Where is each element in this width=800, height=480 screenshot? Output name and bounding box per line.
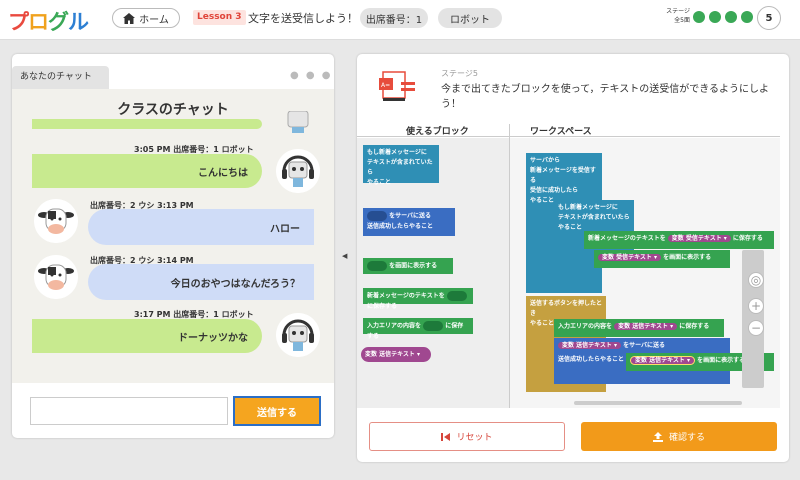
send-button[interactable]: 送信する (233, 396, 321, 426)
cow-avatar (34, 199, 78, 243)
horizontal-scrollbar[interactable] (574, 401, 742, 405)
block-palette[interactable]: もし新着メッセージに テキストが含まれていたら やること をサーバに送る 送信成… (357, 138, 509, 408)
stage-progress-label: ステージ 全5面 (654, 7, 690, 25)
chat-bubble: 今日のおやつはなんだろう？ (88, 264, 314, 300)
reset-icon (441, 432, 451, 441)
ws-var-send-text: 変数 送信テキスト ▾ (558, 342, 622, 349)
chat-bubble: こんにちは (32, 154, 262, 188)
stage-dot-4 (741, 11, 753, 23)
chat-bubble: ハロー (88, 209, 314, 245)
chat-input[interactable] (30, 397, 228, 425)
palette-block-var-send-text[interactable]: 変数 送信テキスト ▾ (361, 347, 431, 362)
stage-dot-1 (693, 11, 705, 23)
palette-block-save-new-text[interactable]: 新着メッセージのテキストを に保存する (363, 288, 473, 310)
robot-avatar (276, 149, 320, 193)
chat-tab[interactable]: あなたのチャット (12, 66, 109, 89)
upload-icon (652, 431, 663, 442)
robot-avatar-partial (276, 111, 320, 135)
robot-pill: ロボット (438, 8, 502, 28)
current-stage-badge: 5 (757, 6, 781, 30)
header-divider (357, 136, 780, 137)
home-label: ホーム (139, 14, 169, 26)
ws-var-recv-text: 変数 受信テキスト ▾ (667, 235, 731, 242)
vertical-scrollbar[interactable] (742, 250, 764, 388)
svg-text:A=: A= (381, 82, 390, 89)
app-logo[interactable]: プログル (8, 6, 89, 36)
ws-block-save-new-text[interactable]: 新着メッセージのテキストを 変数 受信テキスト ▾ に保存する (584, 231, 774, 249)
reset-button[interactable]: リセット (369, 422, 565, 451)
palette-block-show-screen[interactable]: を画面に表示する (363, 258, 453, 274)
palette-block-send-server[interactable]: をサーバに送る 送信成功したらやること (363, 208, 455, 236)
stage-label-line2: 全5面 (674, 17, 690, 24)
workspace-canvas[interactable]: サーバから 新着メッセージを受信する 受信に成功したら やること もし新着メッセ… (510, 138, 780, 408)
confirm-label: 確認する (668, 433, 705, 443)
stage-dot-2 (709, 11, 721, 23)
lesson-title: 文字を送受信しよう！ (248, 12, 358, 25)
robot-avatar (276, 313, 320, 357)
seat-number-pill: 出席番号：1 (360, 8, 428, 28)
zoom-in-icon[interactable]: + (748, 298, 764, 314)
reset-label: リセット (456, 433, 493, 443)
stage-description: 今まで出てきたブロックを使って，テキストの送受信ができるようにしよう！ (441, 84, 769, 110)
more-dots-icon: ● ● ● (290, 70, 333, 81)
ws-block-save-input[interactable]: 入力エリアの内容を 変数 送信テキスト ▾ に保存する (554, 319, 724, 337)
cow-avatar (34, 255, 78, 299)
stage-illustration-icon: A= (379, 71, 415, 101)
chat-message-area[interactable]: クラスのチャット 3:05 PM 出席番号：1 ロボット こんにちは 出席番号：… (12, 89, 334, 383)
chat-bubble: ドーナッツかな (32, 319, 262, 353)
ws-var-send-text: 変数 送信テキスト ▾ (630, 356, 696, 365)
chat-bubble-partial (32, 119, 262, 129)
ws-var-send-text: 変数 送信テキスト ▾ (614, 323, 678, 330)
stage-dot-3 (725, 11, 737, 23)
ws-block-show-recv[interactable]: 変数 受信テキスト ▾ を画面に表示する (594, 250, 730, 268)
collapse-arrow-icon[interactable]: ◀ (342, 252, 347, 260)
confirm-button[interactable]: 確認する (581, 422, 777, 451)
top-bar: プログル ホーム Lesson 3 文字を送受信しよう！ 出席番号：1 ロボット… (0, 0, 800, 40)
lesson-badge: Lesson 3 (193, 10, 246, 25)
recenter-icon[interactable]: ◎ (748, 272, 764, 288)
home-button[interactable]: ホーム (112, 8, 180, 28)
home-icon (123, 12, 136, 24)
ws-var-recv-text: 変数 受信テキスト ▾ (598, 254, 662, 261)
palette-block-save-input[interactable]: 入力エリアの内容を に保存する (363, 318, 473, 340)
stage-label-line1: ステージ (666, 8, 690, 15)
zoom-out-icon[interactable]: − (748, 320, 764, 336)
palette-block-if-new-message[interactable]: もし新着メッセージに テキストが含まれていたら やること (363, 145, 439, 186)
stage-label: ステージ5 (441, 69, 478, 78)
